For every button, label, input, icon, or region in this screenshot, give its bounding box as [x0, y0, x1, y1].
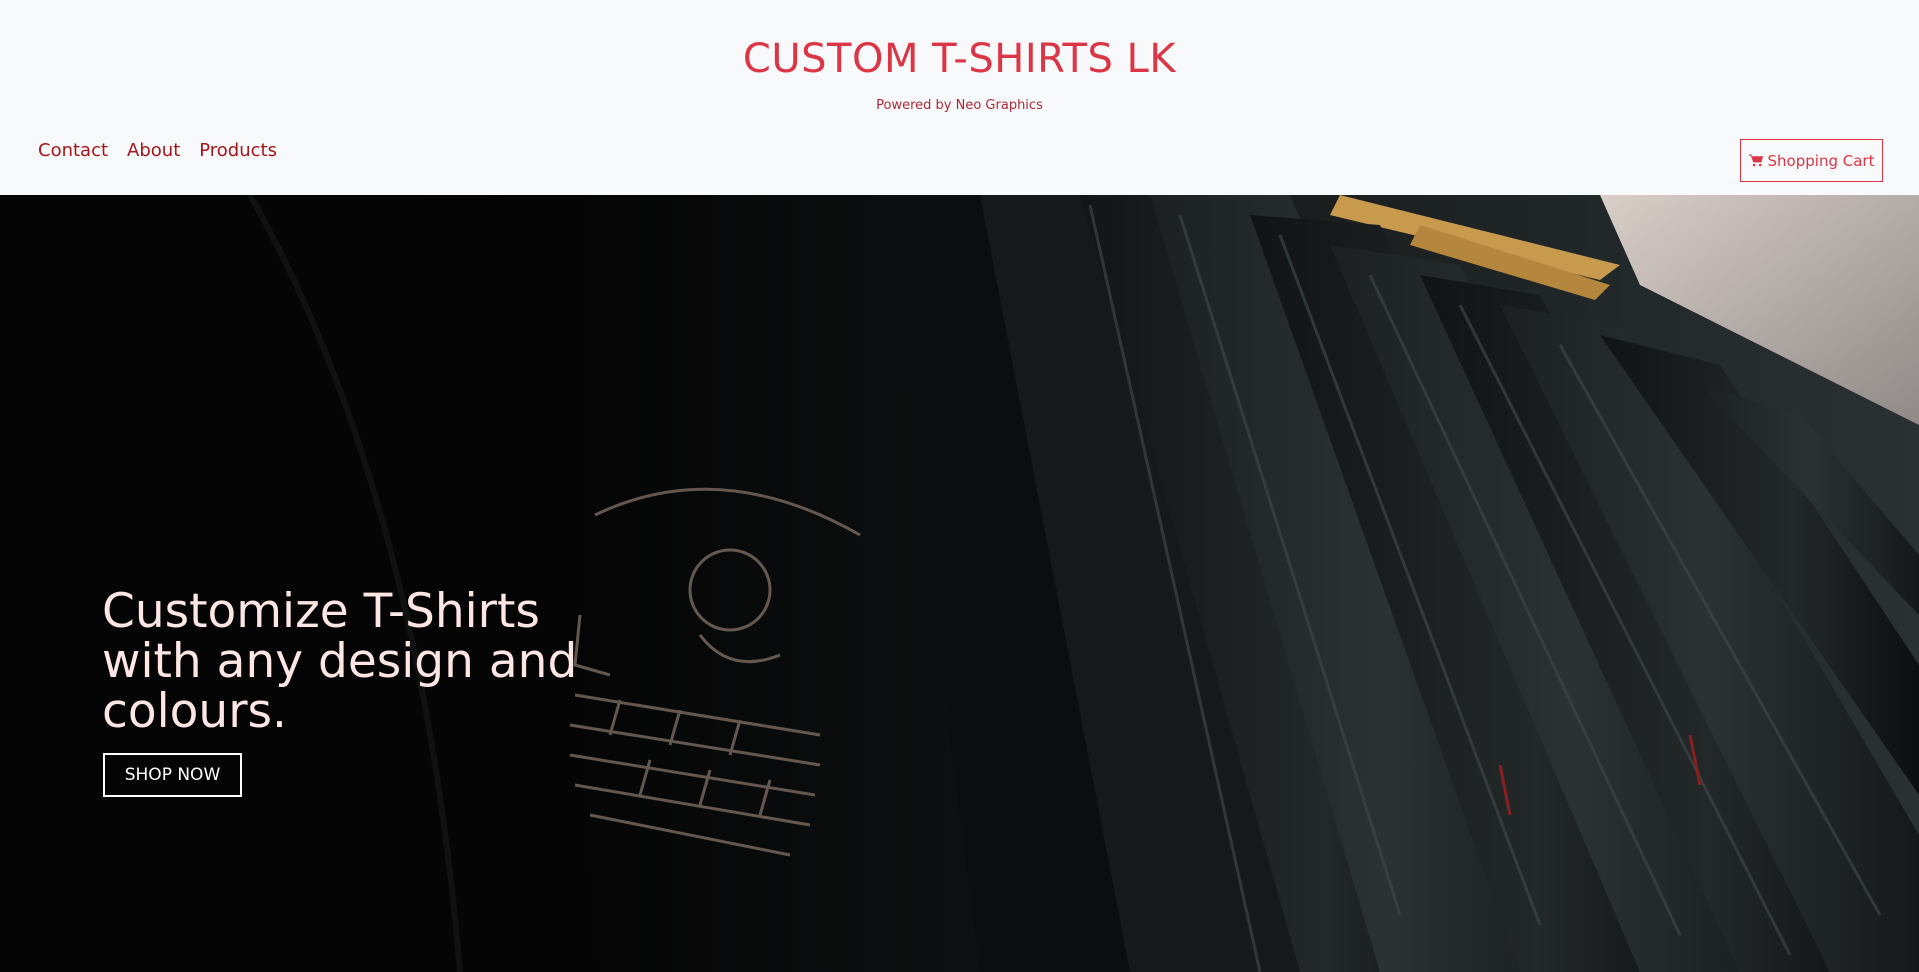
brand-title[interactable]: CUSTOM T-SHIRTS LK	[0, 36, 1919, 82]
shopping-cart-icon	[1748, 154, 1763, 167]
brand-tagline: Powered by Neo Graphics	[876, 98, 1043, 113]
hero-title: Customize T-Shirts with any design and c…	[102, 584, 578, 739]
main-nav: Contact About Products	[38, 140, 277, 161]
shop-now-button[interactable]: SHOP NOW	[103, 753, 242, 797]
shopping-cart-button[interactable]: Shopping Cart	[1740, 139, 1883, 182]
hero-banner: Customize T-Shirts with any design and c…	[0, 195, 1919, 972]
site-header: CUSTOM T-SHIRTS LK Powered by Neo Graphi…	[0, 0, 1919, 195]
nav-link-contact[interactable]: Contact	[38, 140, 108, 161]
nav-link-about[interactable]: About	[127, 140, 180, 161]
nav-link-products[interactable]: Products	[199, 140, 277, 161]
shopping-cart-label: Shopping Cart	[1767, 151, 1875, 170]
